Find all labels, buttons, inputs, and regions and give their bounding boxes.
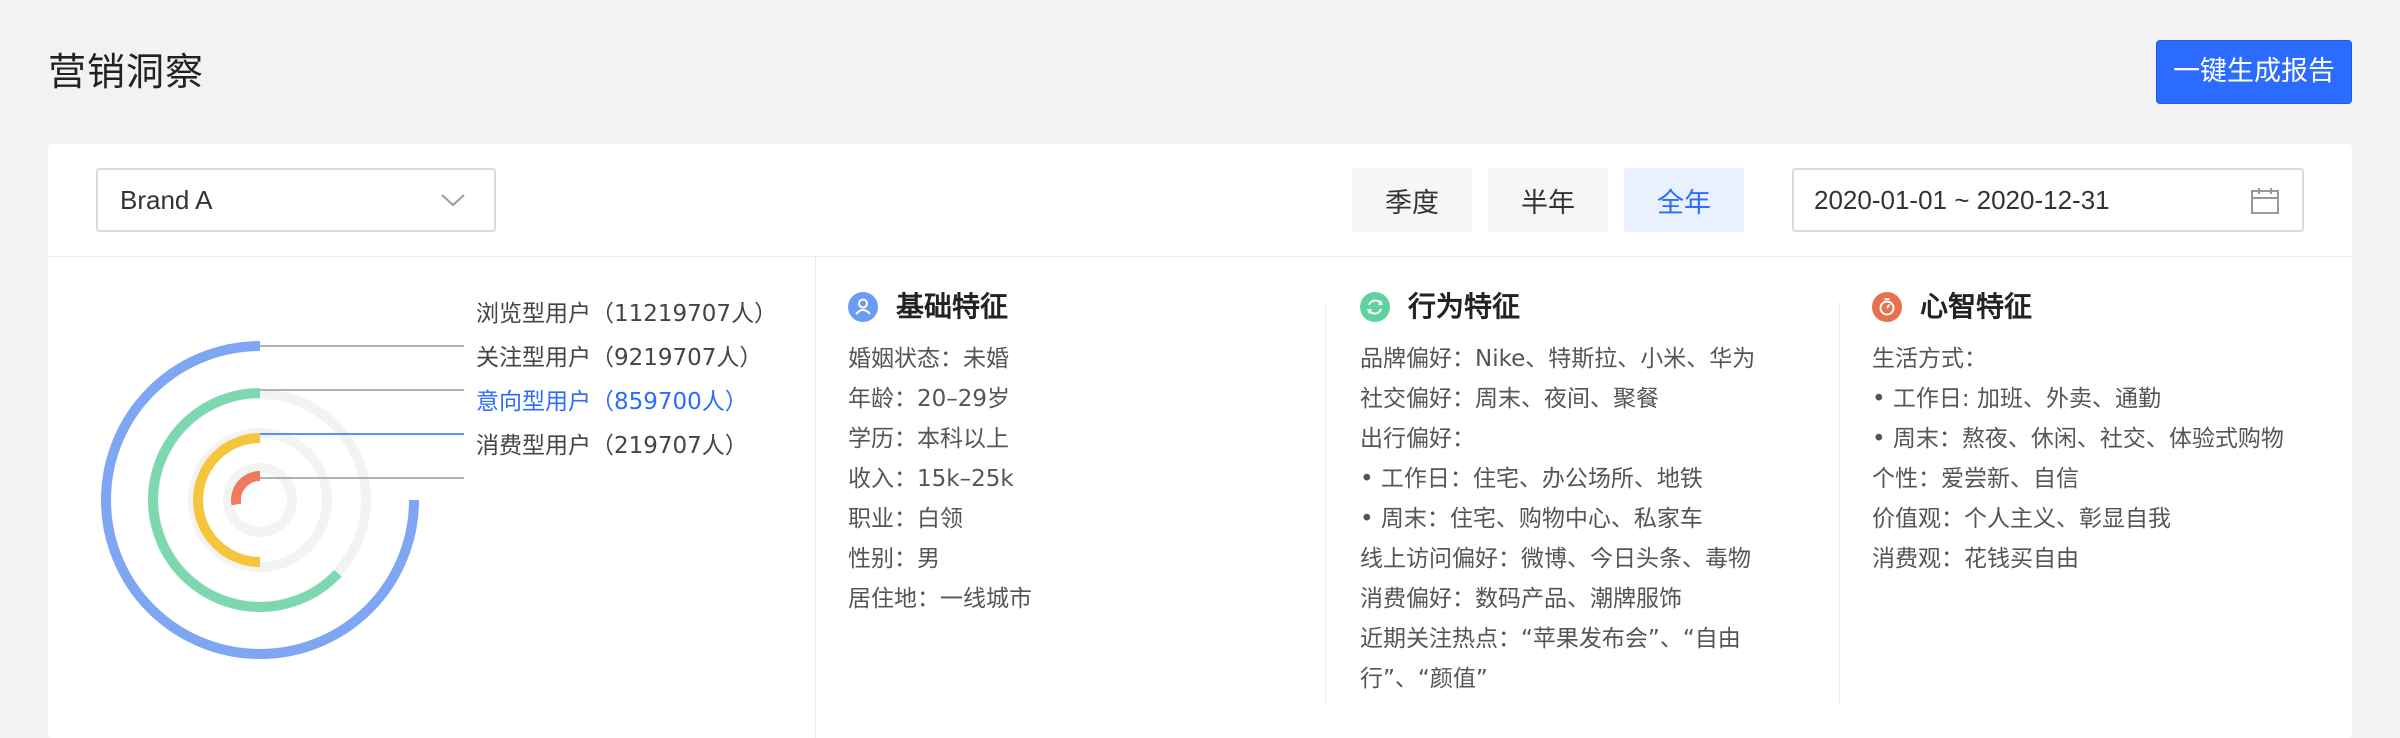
feature-row: • 周末：熬夜、休闲、社交、体验式购物 bbox=[1872, 426, 2284, 452]
feature-row: 消费观：花钱买自由 bbox=[1872, 546, 2079, 572]
user-icon bbox=[848, 292, 878, 322]
timer-icon bbox=[1872, 292, 1902, 322]
feature-row: • 工作日: 加班、外卖、通勤 bbox=[1872, 386, 2161, 412]
behavior-features-title: 行为特征 bbox=[1408, 290, 1521, 323]
user-funnel-panel: 浏览型用户（11219707人） 关注型用户（9219707人） 意向型用户（8… bbox=[48, 257, 816, 738]
brand-select-value: Brand A bbox=[120, 185, 213, 215]
period-halfyear-button[interactable]: 半年 bbox=[1488, 168, 1608, 232]
feature-row: 个性：爱尝新、自信 bbox=[1872, 466, 2079, 492]
feature-row: 出行偏好： bbox=[1360, 426, 1475, 452]
feature-row: 品牌偏好：Nike、特斯拉、小米、华为 bbox=[1360, 346, 1756, 372]
funnel-ring-1 bbox=[148, 388, 342, 612]
chevron-down-icon bbox=[441, 194, 465, 207]
behavior-features-list: 品牌偏好：Nike、特斯拉、小米、华为 社交偏好：周末、夜间、聚餐 出行偏好： • 工… bbox=[1360, 339, 1830, 699]
feature-row: 居住地：一线城市 bbox=[848, 586, 1032, 612]
brand-select[interactable]: Brand A bbox=[96, 168, 496, 232]
feature-row: 生活方式： bbox=[1872, 346, 1987, 372]
feature-row: 职业：白领 bbox=[848, 506, 963, 532]
feature-row: 学历：本科以上 bbox=[848, 426, 1009, 452]
behavior-features-section: 行为特征 品牌偏好：Nike、特斯拉、小米、华为 社交偏好：周末、夜间、聚餐 出行偏… bbox=[1360, 289, 1830, 699]
filter-bar: Brand A 季度 半年 全年 2020-01-01 ~ 2020-12-31 bbox=[48, 144, 2352, 257]
feature-row: 消费偏好：数码产品、潮牌服饰 bbox=[1360, 586, 1682, 612]
calendar-icon bbox=[2251, 188, 2279, 214]
basic-features-list: 婚姻状态：未婚 年龄：20–29岁 学历：本科以上 收入：15k–25k 职业：白领性别… bbox=[848, 339, 1348, 619]
funnel-label-follow: 关注型用户（9219707人） bbox=[476, 345, 763, 371]
feature-row: 近期关注热点：“苹果发布会”、“自由行”、“颜值” bbox=[1360, 626, 1741, 692]
funnel-label-browse: 浏览型用户（11219707人） bbox=[476, 301, 778, 327]
insight-card: Brand A 季度 半年 全年 2020-01-01 ~ 2020-12-31… bbox=[48, 144, 2352, 738]
feature-row: 年龄：20–29岁 bbox=[848, 386, 1011, 412]
generate-report-button[interactable]: 一键生成报告 bbox=[2156, 40, 2352, 104]
funnel-label-purchase: 消费型用户（219707人） bbox=[476, 433, 748, 459]
funnel-label-intent: 意向型用户（859700人） bbox=[476, 389, 748, 415]
column-divider bbox=[1325, 302, 1326, 704]
period-fullyear-button[interactable]: 全年 bbox=[1624, 168, 1744, 232]
funnel-ring-3 bbox=[231, 471, 261, 506]
date-range-picker[interactable]: 2020-01-01 ~ 2020-12-31 bbox=[1792, 168, 2304, 232]
period-quarter-button[interactable]: 季度 bbox=[1352, 168, 1472, 232]
feature-row: • 工作日：住宅、办公场所、地铁 bbox=[1360, 466, 1703, 492]
feature-row: 收入：15k–25k bbox=[848, 466, 1014, 492]
feature-row: 线上访问偏好：微博、今日头条、毒物 bbox=[1360, 546, 1751, 572]
feature-row: 社交偏好：周末、夜间、聚餐 bbox=[1360, 386, 1659, 412]
refresh-icon bbox=[1360, 292, 1390, 322]
basic-features-section: 基础特征 婚姻状态：未婚 年龄：20–29岁 学历：本科以上 收入：15k–25k 职业… bbox=[848, 289, 1348, 619]
basic-features-title: 基础特征 bbox=[896, 290, 1009, 323]
feature-row: 性别：男 bbox=[848, 546, 940, 572]
mind-features-list: 生活方式： • 工作日: 加班、外卖、通勤 • 周末：熬夜、休闲、社交、体验式购物个… bbox=[1872, 339, 2332, 579]
feature-row: • 周末：住宅、购物中心、私家车 bbox=[1360, 506, 1703, 532]
page-title: 营销洞察 bbox=[48, 50, 205, 94]
feature-row: 价值观：个人主义、彰显自我 bbox=[1872, 506, 2171, 532]
column-divider bbox=[1839, 302, 1840, 704]
mind-features-section: 心智特征 生活方式： • 工作日: 加班、外卖、通勤 • 周末：熬夜、休闲、社交、体… bbox=[1872, 289, 2332, 579]
date-range-value: 2020-01-01 ~ 2020-12-31 bbox=[1814, 185, 2110, 215]
feature-row: 婚姻状态：未婚 bbox=[848, 346, 1009, 372]
mind-features-title: 心智特征 bbox=[1920, 290, 2033, 323]
